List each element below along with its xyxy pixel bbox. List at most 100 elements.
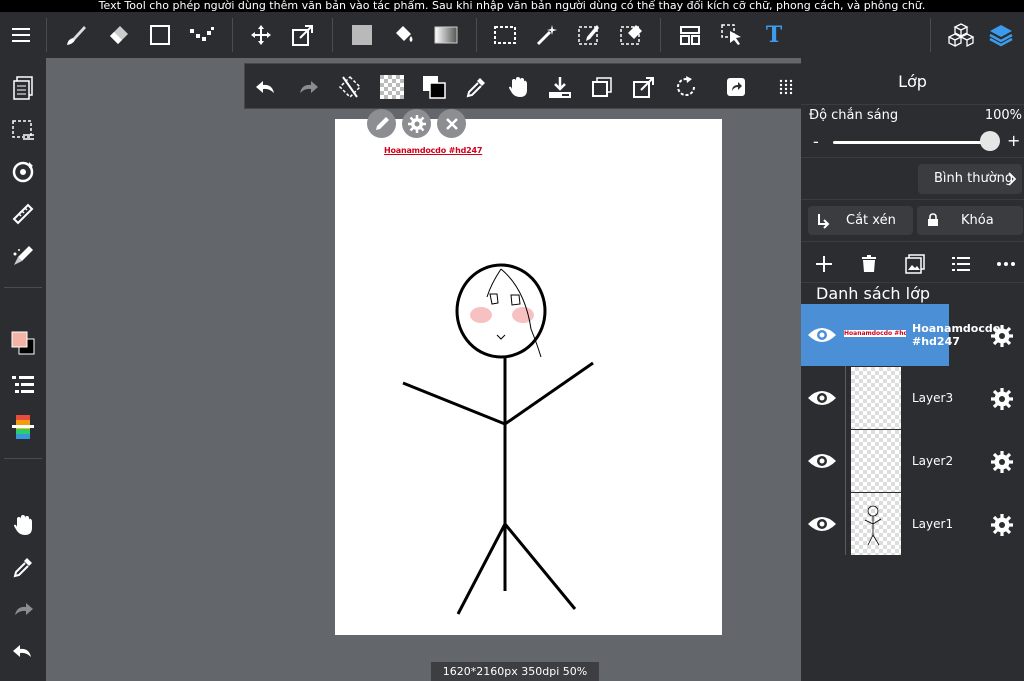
layer-settings-gear-icon[interactable]	[987, 321, 1017, 351]
visibility-eye-icon[interactable]	[805, 446, 839, 476]
drawing-canvas[interactable]	[335, 119, 722, 635]
opacity-minus[interactable]: -	[813, 132, 819, 151]
more-options-icon[interactable]	[992, 250, 1020, 278]
redo-icon[interactable]	[293, 72, 323, 102]
blend-mode-label: Bình thường	[934, 171, 1014, 186]
opacity-slider[interactable]: - +	[801, 128, 1024, 156]
duplicate-icon[interactable]	[587, 72, 617, 102]
add-layer-icon[interactable]	[810, 250, 838, 278]
operation-icon[interactable]	[717, 20, 747, 50]
layer-panel: Lớp Độ chắn sáng 100% - + Bình thường Cắ…	[801, 58, 1024, 681]
rectangle-icon[interactable]	[145, 20, 175, 50]
eyedropper-icon[interactable]	[461, 72, 491, 102]
transform-icon[interactable]	[288, 20, 318, 50]
layer-icon[interactable]	[986, 20, 1016, 50]
undo-icon[interactable]	[251, 72, 281, 102]
layer-thumbnail	[851, 493, 901, 555]
layer-name: Layer1	[912, 516, 954, 531]
layer-thumbnail: Hoanamdocdo #hd247	[842, 304, 907, 366]
layer-settings-gear-icon[interactable]	[987, 384, 1017, 414]
lock-label: Khóa	[961, 213, 994, 228]
menu-icon[interactable]	[6, 20, 36, 50]
text-layer-content[interactable]: Hoanamdocdo #hd247	[384, 146, 482, 155]
layer-settings-gear-icon[interactable]	[987, 510, 1017, 540]
opacity-label: Độ chắn sáng	[809, 108, 899, 123]
left-sidebar	[0, 58, 46, 681]
color-palette-icon[interactable]	[8, 412, 38, 442]
stick-figure-drawing	[402, 263, 594, 615]
opacity-plus[interactable]: +	[1007, 131, 1020, 150]
layer-settings-gear-icon[interactable]	[987, 447, 1017, 477]
share-icon[interactable]	[721, 72, 751, 102]
eyedropper-icon[interactable]	[8, 552, 38, 582]
layer-actions	[801, 246, 1024, 282]
blend-mode-button[interactable]: Bình thường	[918, 164, 1022, 194]
ruler-icon[interactable]	[8, 199, 38, 229]
selection-menu-icon[interactable]	[8, 115, 38, 145]
text-icon[interactable]: T	[759, 20, 789, 50]
delete-layer-icon[interactable]	[855, 250, 883, 278]
deselect-icon[interactable]	[335, 72, 365, 102]
lock-button[interactable]: Khóa	[917, 206, 1023, 235]
select-icon[interactable]	[490, 20, 520, 50]
redo-icon[interactable]	[8, 594, 38, 624]
close-text-button[interactable]	[437, 109, 466, 138]
top-toolbar: T	[0, 12, 1024, 58]
layer-row-2[interactable]: Layer2	[801, 430, 1024, 492]
layer-name: Layer3	[912, 390, 954, 405]
bucket-icon[interactable]	[389, 20, 419, 50]
layer-row-3[interactable]: Layer3	[801, 367, 1024, 429]
material-icon[interactable]	[946, 20, 976, 50]
snap-icon[interactable]	[8, 157, 38, 187]
visibility-eye-icon[interactable]	[805, 509, 839, 539]
layer-name: Hoanamdocdo #hd247	[912, 322, 1001, 348]
move-icon[interactable]	[246, 20, 276, 50]
hand-icon[interactable]	[503, 72, 533, 102]
transform-icon[interactable]	[629, 72, 659, 102]
brush-icon[interactable]	[61, 20, 91, 50]
clipping-button[interactable]: Cắt xén	[808, 206, 913, 235]
layer-list-icon[interactable]	[947, 250, 975, 278]
canvas-info: 1620*2160px 350dpi 50%	[431, 662, 599, 681]
opacity-row: Độ chắn sáng 100%	[809, 108, 1022, 126]
text-edit-handles	[367, 109, 467, 139]
select-pen-icon[interactable]	[574, 20, 604, 50]
clip-arrow-icon	[818, 214, 830, 229]
slider-knob[interactable]	[980, 131, 1000, 151]
visibility-eye-icon[interactable]	[805, 320, 839, 350]
layer-name: Layer2	[912, 453, 954, 468]
opacity-value: 100%	[984, 108, 1022, 123]
add-image-layer-icon[interactable]	[901, 250, 929, 278]
edit-text-button[interactable]	[367, 109, 396, 138]
transparent-fill-icon[interactable]	[377, 72, 407, 102]
filter-icon[interactable]	[8, 241, 38, 271]
swap-colors-icon[interactable]	[419, 72, 449, 102]
rotate-icon[interactable]	[671, 72, 701, 102]
layer-thumbnail	[851, 367, 901, 429]
visibility-eye-icon[interactable]	[805, 383, 839, 413]
import-icon[interactable]	[545, 72, 575, 102]
tip-banner: Text Tool cho phép người dùng thêm văn b…	[0, 0, 1024, 12]
select-eraser-icon[interactable]	[616, 20, 646, 50]
fill-color-icon[interactable]	[347, 20, 377, 50]
undo-icon[interactable]	[8, 636, 38, 666]
toolbar-grip-icon[interactable]	[771, 72, 801, 102]
layer-row-text[interactable]: Hoanamdocdo #hd247 Hoanamdocdo #hd247	[801, 304, 1024, 366]
lock-icon	[928, 213, 938, 226]
text-settings-button[interactable]	[402, 109, 431, 138]
slider-track[interactable]	[833, 141, 993, 144]
clip-label: Cắt xén	[846, 213, 896, 228]
eraser-icon[interactable]	[103, 20, 133, 50]
page-manager-icon[interactable]	[8, 73, 38, 103]
thumbnail-stick-figure	[864, 505, 882, 546]
layout-icon[interactable]	[675, 20, 705, 50]
magic-wand-icon[interactable]	[532, 20, 562, 50]
thumbnail-text: Hoanamdocdo #hd247	[844, 330, 906, 337]
dot-icon[interactable]	[187, 20, 217, 50]
hand-icon[interactable]	[8, 510, 38, 540]
layer-row-1[interactable]: Layer1	[801, 493, 1024, 555]
panel-title: Lớp	[801, 58, 1024, 105]
color-swatch-icon[interactable]	[8, 328, 38, 358]
gradient-icon[interactable]	[431, 20, 461, 50]
brush-list-icon[interactable]	[8, 370, 38, 400]
